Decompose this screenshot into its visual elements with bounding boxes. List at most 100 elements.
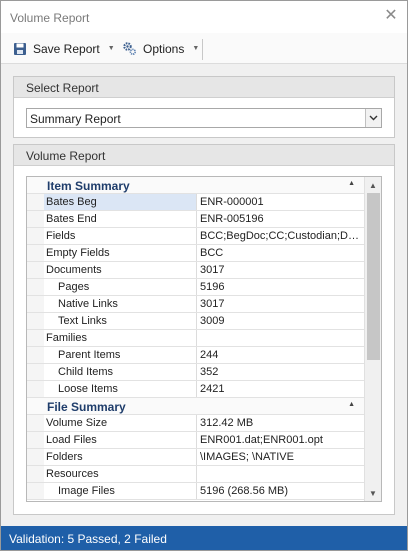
property-name: Native Links (44, 296, 197, 312)
row-gutter (27, 279, 44, 295)
report-select[interactable]: Summary Report (26, 108, 382, 128)
property-value[interactable]: 312.42 MB (197, 415, 364, 431)
chevron-down-icon[interactable] (365, 109, 381, 127)
row-gutter (27, 313, 44, 329)
row-gutter (27, 262, 44, 278)
property-name: Text Links (44, 313, 197, 329)
grid-row[interactable]: Bates Beg ENR-000001 (27, 194, 364, 211)
property-value[interactable]: 352 (197, 364, 364, 380)
property-name: Resources (44, 466, 197, 482)
grid-category[interactable]: Item Summary ▲ (27, 177, 364, 194)
property-name: Child Items (44, 364, 197, 380)
grid-row[interactable]: Child Items 352 (27, 364, 364, 381)
vertical-scrollbar[interactable]: ▲ ▼ (364, 177, 381, 501)
property-name: Pages (44, 279, 197, 295)
property-name: Fields (44, 228, 197, 244)
report-select-value: Summary Report (30, 112, 121, 126)
options-button[interactable]: Options ▼ (122, 39, 199, 58)
volume-report-window: Volume Report ✕ Save Report ▼ Options ▼ … (0, 0, 408, 551)
property-value[interactable] (197, 330, 364, 346)
row-gutter (27, 432, 44, 448)
property-name: Folders (44, 449, 197, 465)
row-gutter (27, 415, 44, 431)
property-grid: Item Summary ▲ Bates Beg ENR-000001 Bates En… (26, 176, 382, 502)
grid-row[interactable]: Load Files ENR001.dat;ENR001.opt (27, 432, 364, 449)
close-icon[interactable]: ✕ (383, 8, 399, 24)
scroll-thumb[interactable] (367, 193, 380, 360)
property-value[interactable]: 244 (197, 347, 364, 363)
options-label: Options (143, 41, 185, 56)
row-gutter (27, 364, 44, 380)
chevron-down-icon[interactable]: ▼ (192, 45, 199, 52)
grid-row[interactable]: Volume Size 312.42 MB (27, 415, 364, 432)
collapse-icon[interactable]: ▲ (348, 180, 355, 187)
grid-category-label: Item Summary (47, 179, 130, 193)
select-report-panel: Select Report Summary Report (13, 76, 395, 138)
property-name: Bates End (44, 211, 197, 227)
property-value[interactable]: 2421 (197, 381, 364, 397)
property-value[interactable]: 3017 (197, 296, 364, 312)
grid-row[interactable]: Bates End ENR-005196 (27, 211, 364, 228)
property-name: Image Files (44, 483, 197, 499)
property-value[interactable]: BCC (197, 245, 364, 261)
save-icon (14, 42, 26, 55)
title-bar: Volume Report ✕ (1, 1, 407, 33)
save-report-button[interactable]: Save Report ▼ (13, 39, 115, 58)
property-value[interactable]: \IMAGES; \NATIVE (197, 449, 364, 465)
grid-row[interactable]: Image Files 5196 (268.56 MB) (27, 483, 364, 500)
grid-category-label: File Summary (47, 400, 126, 414)
row-gutter (27, 449, 44, 465)
collapse-icon[interactable]: ▲ (348, 401, 355, 408)
row-gutter (27, 245, 44, 261)
property-value[interactable]: ENR001.dat;ENR001.opt (197, 432, 364, 448)
row-gutter (27, 211, 44, 227)
volume-report-panel: Volume Report Item Summary ▲ Bates Beg ENR-… (13, 144, 395, 515)
row-gutter (27, 330, 44, 346)
grid-row[interactable]: Loose Items 2421 (27, 381, 364, 398)
property-value[interactable]: ENR-005196 (197, 211, 364, 227)
grid-category[interactable]: File Summary ▲ (27, 398, 364, 415)
property-name: Documents (44, 262, 197, 278)
toolbar-divider (202, 39, 203, 60)
property-name: Loose Items (44, 381, 197, 397)
grid-row[interactable]: FieldsBCC;BegDoc;CC;Custodian;DateCreate… (27, 228, 364, 245)
grid-row[interactable]: Pages 5196 (27, 279, 364, 296)
select-report-header: Select Report (14, 77, 394, 98)
property-name: Families (44, 330, 197, 346)
property-name: Bates Beg (44, 194, 197, 210)
chevron-down-icon[interactable]: ▼ (108, 45, 115, 52)
property-name: Parent Items (44, 347, 197, 363)
volume-report-header: Volume Report (14, 145, 394, 166)
grid-row[interactable]: Resources (27, 466, 364, 483)
validation-status: Validation: 5 Passed, 2 Failed (9, 532, 167, 546)
row-gutter (27, 381, 44, 397)
row-gutter (27, 296, 44, 312)
property-value[interactable]: ENR-000001 (197, 194, 364, 210)
grid-row[interactable]: Families (27, 330, 364, 347)
row-gutter (27, 347, 44, 363)
grid-row[interactable]: Native Links 3017 (27, 296, 364, 313)
row-gutter (27, 194, 44, 210)
gear-icon (123, 42, 136, 55)
property-value[interactable]: 5196 (268.56 MB) (197, 483, 364, 499)
row-gutter (27, 228, 44, 244)
property-name: Empty Fields (44, 245, 197, 261)
property-value[interactable]: 5196 (197, 279, 364, 295)
property-grid-rows: Item Summary ▲ Bates Beg ENR-000001 Bates En… (27, 177, 364, 501)
grid-row[interactable]: Text Links 3009 (27, 313, 364, 330)
grid-row[interactable]: Parent Items 244 (27, 347, 364, 364)
status-bar: Validation: 5 Passed, 2 Failed (1, 526, 407, 550)
toolbar: Save Report ▼ Options ▼ (1, 33, 407, 64)
grid-row[interactable]: Empty Fields BCC (27, 245, 364, 262)
property-value[interactable]: BCC;BegDoc;CC;Custodian;DateCreated (197, 228, 364, 244)
grid-row[interactable]: Folders \IMAGES; \NATIVE (27, 449, 364, 466)
save-report-label: Save Report (33, 41, 100, 56)
property-value[interactable] (197, 466, 364, 482)
property-value[interactable]: 3009 (197, 313, 364, 329)
window-title: Volume Report (10, 11, 90, 25)
property-name: Load Files (44, 432, 197, 448)
scroll-up-icon[interactable]: ▲ (365, 177, 381, 193)
scroll-down-icon[interactable]: ▼ (365, 485, 381, 501)
grid-row[interactable]: Documents 3017 (27, 262, 364, 279)
property-value[interactable]: 3017 (197, 262, 364, 278)
